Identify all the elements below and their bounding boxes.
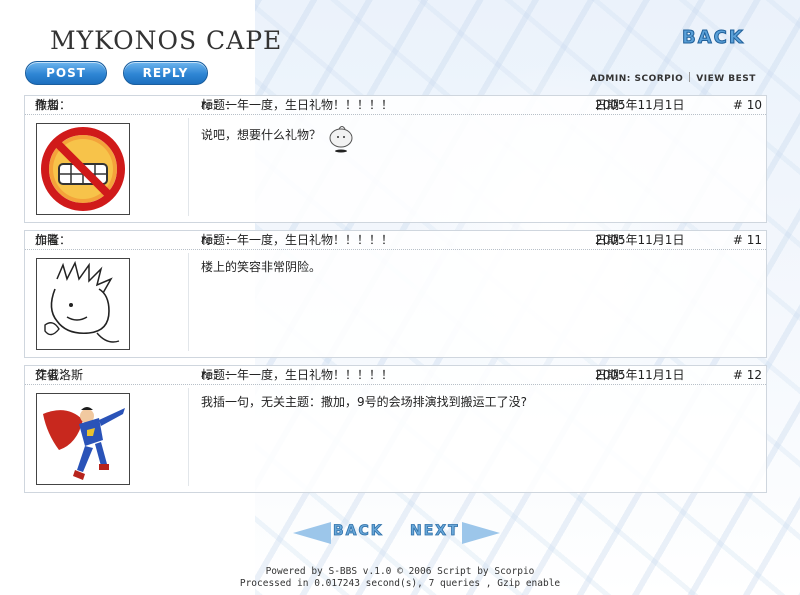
arrow-right-icon[interactable]	[462, 522, 500, 544]
post-body: 说吧，想要什么礼物？	[201, 123, 357, 153]
post-floor-number: # 12	[732, 368, 762, 382]
back-button[interactable]: BACK	[682, 27, 745, 49]
footer-powered-by: Powered by S-BBS v.1.0 © 2006 Script by …	[265, 566, 535, 577]
pager-back-button[interactable]: BACK	[333, 523, 384, 540]
divider	[188, 118, 189, 216]
reply-button[interactable]: REPLY	[123, 61, 208, 85]
author-link[interactable]: 撒加	[35, 96, 59, 114]
post-floor-number: # 11	[732, 233, 762, 247]
site-title: MYKONOS CAPE	[50, 26, 283, 55]
sketch-character-icon	[37, 259, 129, 349]
avatar	[36, 123, 130, 215]
footer-processed: Processed in 0.017243 second(s), 7 queri…	[239, 578, 561, 589]
view-best-link[interactable]: VIEW BEST	[696, 74, 756, 84]
divider	[188, 253, 189, 351]
avatar	[36, 258, 130, 350]
no-smiling-icon	[37, 124, 129, 214]
admin-bar: ADMIN: SCORPIO VIEW BEST	[590, 72, 756, 84]
post-header: 作者： 艾俄洛斯 标题： re：一年一度，生日礼物！！！！！ 日期： 2005年11月…	[25, 366, 766, 385]
post-floor-number: # 10	[732, 98, 762, 112]
post-body: 我插一句，无关主题：撒加，9号的会场排演找到搬运工了没?	[201, 395, 528, 409]
admin-text: ADMIN: SCORPIO	[590, 74, 684, 84]
post-body: 楼上的笑容非常阴险。	[201, 260, 322, 274]
post-header: 作者： 加隆 标题： re：一年一度，生日礼物！！！！！ 日期： 2005年11月1日…	[25, 231, 766, 250]
divider	[188, 388, 189, 486]
emoticon-icon	[329, 126, 353, 153]
author-link[interactable]: 加隆	[35, 231, 59, 249]
pager-next-button[interactable]: NEXT	[410, 523, 460, 540]
post-header: 作者： 撒加 标题： re：一年一度，生日礼物！！！！！ 日期： 2005年11月1日…	[25, 96, 766, 115]
post-item: 作者： 加隆 标题： re：一年一度，生日礼物！！！！！ 日期： 2005年11月1日…	[24, 230, 767, 358]
divider	[689, 72, 691, 82]
arrow-left-icon[interactable]	[293, 522, 331, 544]
post-button[interactable]: POST	[25, 61, 107, 85]
author-link[interactable]: 艾俄洛斯	[35, 366, 83, 384]
avatar	[36, 393, 130, 485]
post-item: 作者： 撒加 标题： re：一年一度，生日礼物！！！！！ 日期： 2005年11月1日…	[24, 95, 767, 223]
post-item: 作者： 艾俄洛斯 标题： re：一年一度，生日礼物！！！！！ 日期： 2005年11月…	[24, 365, 767, 493]
superhero-icon	[37, 394, 129, 484]
